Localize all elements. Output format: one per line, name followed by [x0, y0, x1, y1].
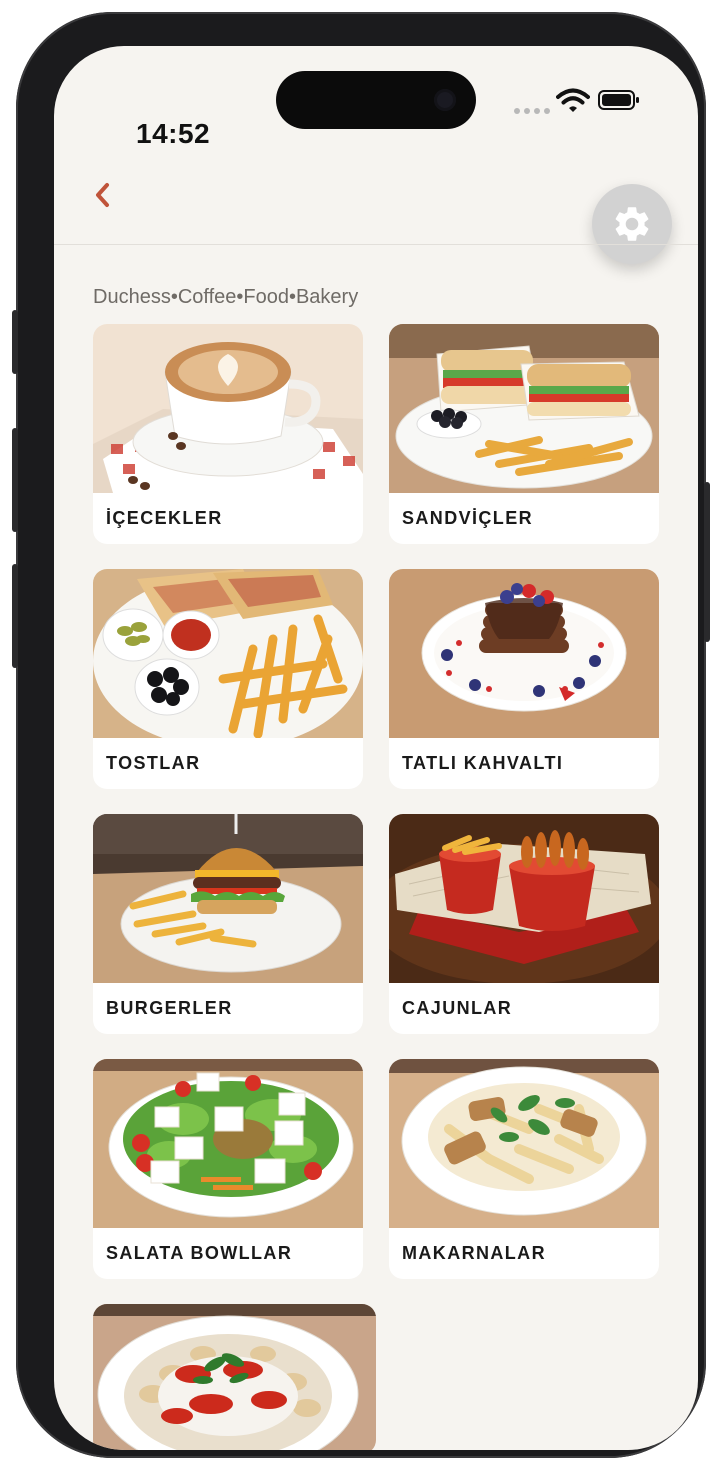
category-card-cajunlar[interactable]: CAJUNLAR [389, 814, 659, 1034]
cellular-signal-icon [514, 106, 550, 114]
category-label: İÇECEKLER [106, 508, 223, 528]
phone-frame: 14:52 Duchess•Coffee•Food•Bakery İÇECEKL… [12, 12, 710, 1458]
toast-photo [93, 569, 363, 738]
volume-down-button [12, 564, 18, 668]
battery-icon [598, 90, 639, 110]
camera-icon [434, 89, 456, 111]
burger-photo [93, 814, 363, 983]
category-label: TATLI KAHVALTI [402, 753, 564, 773]
action-button [12, 310, 18, 374]
wifi-icon [556, 88, 590, 112]
power-button [704, 482, 710, 642]
salad-photo [93, 1059, 363, 1228]
gear-icon [615, 207, 649, 241]
category-label: MAKARNALAR [402, 1243, 546, 1263]
chevron-left-icon [96, 183, 109, 207]
header-divider [54, 244, 698, 245]
category-card-partial[interactable] [93, 1304, 376, 1450]
category-label: TOSTLAR [106, 753, 201, 773]
category-label: BURGERLER [106, 998, 233, 1018]
pancake-photo [389, 569, 659, 738]
app-screen: 14:52 Duchess•Coffee•Food•Bakery İÇECEKL… [54, 46, 698, 1450]
settings-button[interactable] [592, 184, 672, 264]
cajun-photo [389, 814, 659, 983]
back-button[interactable] [94, 174, 124, 214]
category-card-makarnalar[interactable]: MAKARNALAR [389, 1059, 659, 1279]
category-card-burgerler[interactable]: BURGERLER [93, 814, 363, 1034]
category-label: SANDVİÇLER [402, 508, 534, 528]
coffee-photo [93, 324, 363, 493]
category-label: SALATA BOWLLAR [106, 1243, 293, 1263]
category-card-sandvicler[interactable]: SANDVİÇLER [389, 324, 659, 544]
manti-photo [93, 1304, 376, 1450]
pasta-photo [389, 1059, 659, 1228]
category-card-tostlar[interactable]: TOSTLAR [93, 569, 363, 789]
category-label: CAJUNLAR [402, 998, 513, 1018]
category-card-icecekler[interactable]: İÇECEKLER [93, 324, 363, 544]
status-time: 14:52 [136, 118, 211, 149]
volume-up-button [12, 428, 18, 532]
brand-title: Duchess•Coffee•Food•Bakery [93, 286, 359, 308]
category-card-salata-bowllar[interactable]: SALATA BOWLLAR [93, 1059, 363, 1279]
category-card-tatli-kahvalti[interactable]: TATLI KAHVALTI [389, 569, 659, 789]
dynamic-island [276, 71, 476, 129]
sandwich-photo [389, 324, 659, 493]
